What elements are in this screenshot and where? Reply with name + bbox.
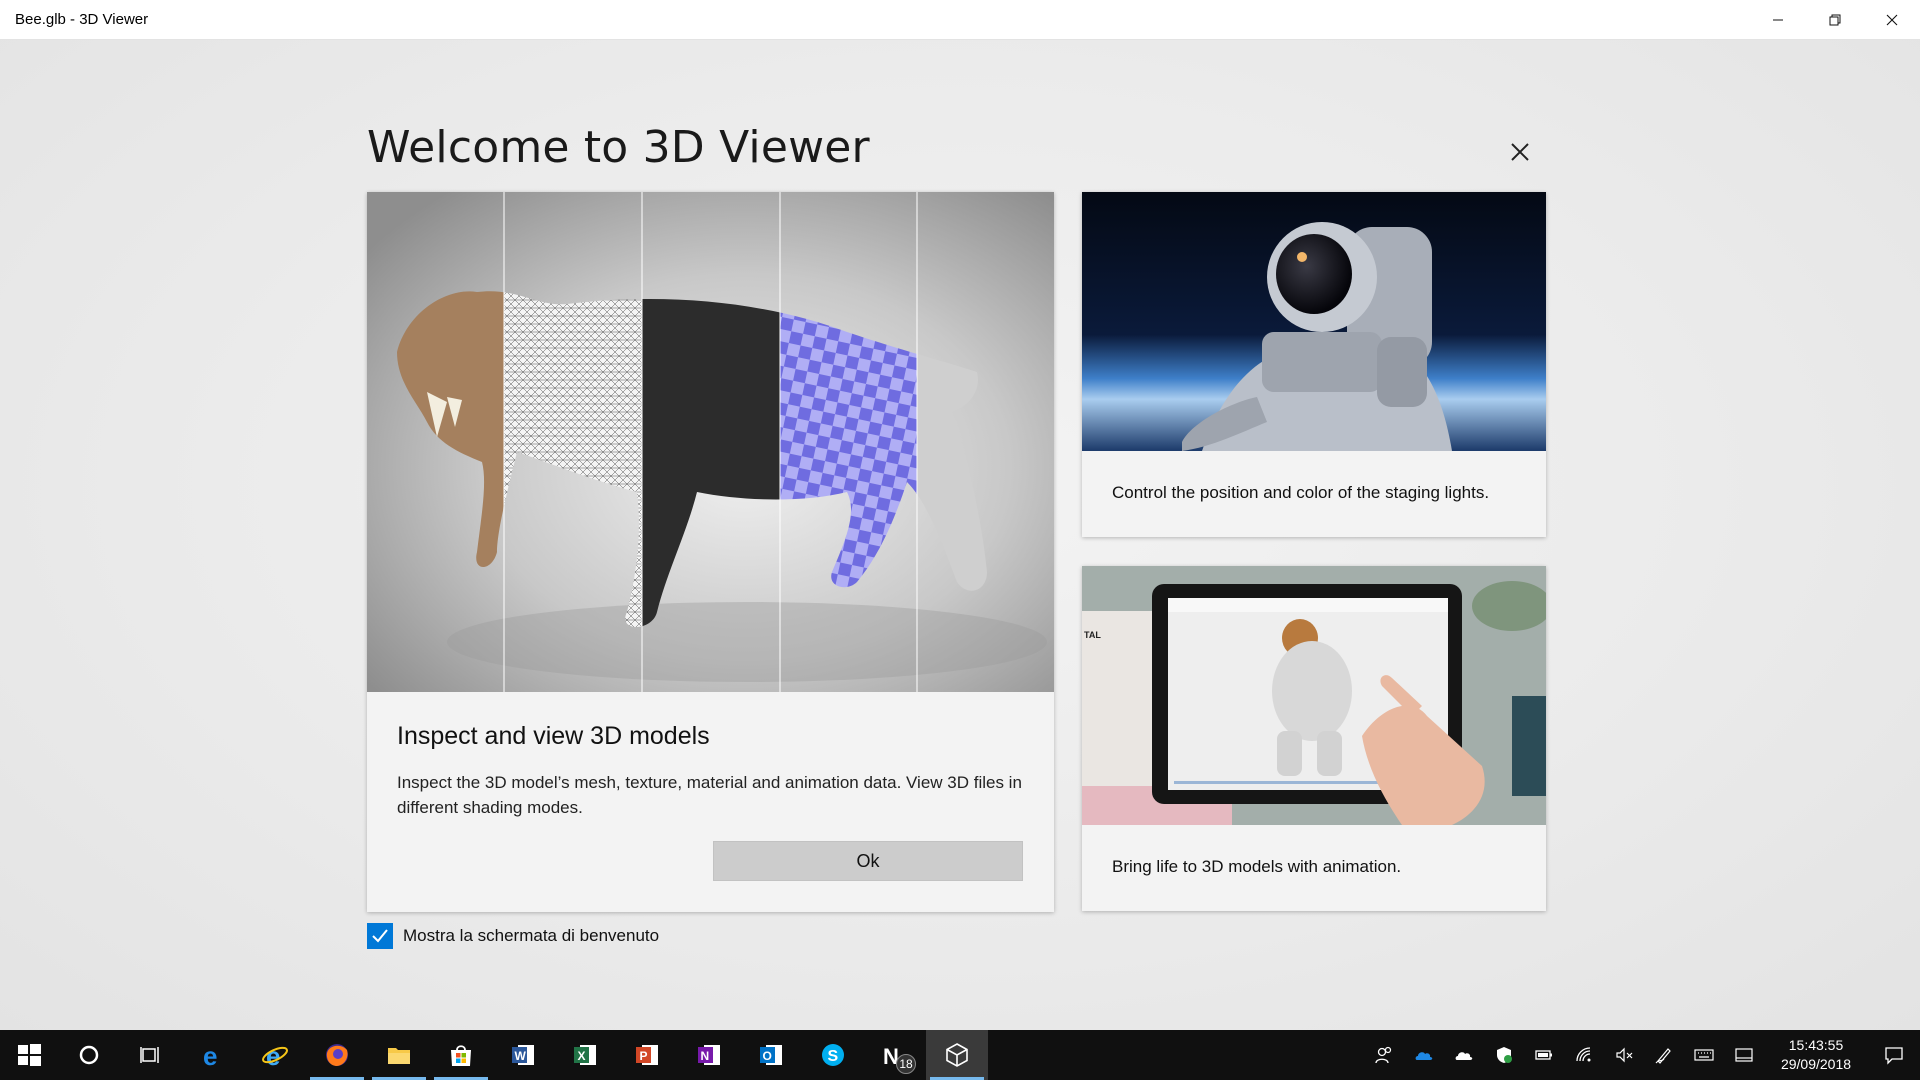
close-window-button[interactable]: [1863, 0, 1920, 40]
windows-security-button[interactable]: [1484, 1030, 1524, 1080]
pen-icon: [1655, 1048, 1671, 1064]
svg-text:O: O: [763, 1049, 772, 1063]
minimize-button[interactable]: [1749, 0, 1806, 40]
checkmark-icon: [372, 929, 388, 943]
cloud-icon: [1455, 1052, 1473, 1060]
show-welcome-toggle[interactable]: Mostra la schermata di benvenuto: [367, 923, 659, 949]
tablet-animation-illustration: TAL: [1082, 566, 1546, 825]
action-center-button[interactable]: [1868, 1030, 1920, 1080]
taskbar-file-explorer[interactable]: [368, 1030, 430, 1080]
taskbar-edge[interactable]: e: [182, 1030, 244, 1080]
shield-icon: [1497, 1047, 1512, 1063]
show-welcome-label: Mostra la schermata di benvenuto: [403, 926, 660, 945]
notification-count-badge: 18: [896, 1054, 916, 1074]
onedrive-personal-button[interactable]: [1444, 1030, 1484, 1080]
close-icon: [1511, 143, 1529, 161]
svg-text:e: e: [266, 1041, 280, 1069]
start-button[interactable]: [0, 1030, 58, 1080]
taskbar-internet-explorer[interactable]: e: [244, 1030, 306, 1080]
battery-button[interactable]: [1524, 1030, 1564, 1080]
cortana-icon: [79, 1045, 99, 1065]
close-icon: [1886, 14, 1897, 25]
onenote-icon: N: [698, 1045, 720, 1065]
taskbar-skype[interactable]: S: [802, 1030, 864, 1080]
outlook-icon: O: [760, 1045, 782, 1065]
show-welcome-checkbox[interactable]: [367, 923, 393, 949]
svg-text:TAL: TAL: [1084, 630, 1101, 640]
volume-button[interactable]: [1604, 1030, 1644, 1080]
taskbar-outlook[interactable]: O: [740, 1030, 802, 1080]
taskbar-store[interactable]: [430, 1030, 492, 1080]
taskbar-excel[interactable]: X: [554, 1030, 616, 1080]
astronaut-space-illustration: [1082, 192, 1546, 451]
taskbar-nextcloud[interactable]: N 18: [864, 1030, 926, 1080]
svg-text:W: W: [515, 1049, 527, 1063]
system-tray: 15:43:55 29/09/2018: [1364, 1030, 1920, 1080]
ok-button[interactable]: Ok: [713, 841, 1023, 881]
cortana-button[interactable]: [58, 1030, 120, 1080]
restore-icon: [1829, 14, 1840, 25]
window-title: Bee.glb - 3D Viewer: [15, 11, 149, 28]
card-description: Inspect the 3D model’s mesh, texture, ma…: [397, 773, 1022, 817]
file-explorer-icon: [388, 1048, 410, 1064]
card-caption: Bring life to 3D models with animation.: [1112, 857, 1402, 876]
taskbar-firefox[interactable]: [306, 1030, 368, 1080]
svg-text:P: P: [640, 1049, 648, 1063]
sabertooth-mesh-illustration: [367, 192, 1054, 692]
clock[interactable]: 15:43:55 29/09/2018: [1764, 1030, 1868, 1080]
word-icon: W: [512, 1045, 534, 1065]
3d-viewer-icon: [946, 1043, 968, 1067]
battery-icon: [1535, 1050, 1552, 1060]
wifi-icon: [1576, 1047, 1591, 1062]
powerpoint-icon: P: [636, 1045, 658, 1065]
onedrive-business-button[interactable]: [1404, 1030, 1444, 1080]
touch-keyboard-button[interactable]: [1684, 1030, 1724, 1080]
keyboard-icon: [1694, 1049, 1714, 1061]
excel-icon: X: [574, 1045, 596, 1065]
welcome-screen: Welcome to 3D Viewer Inspect and view 3D…: [0, 40, 1920, 1030]
onedrive-icon: [1415, 1052, 1433, 1060]
store-icon: [451, 1045, 471, 1066]
welcome-close-button[interactable]: [1500, 132, 1540, 172]
svg-text:S: S: [828, 1048, 839, 1065]
volume-muted-icon: [1616, 1047, 1633, 1063]
svg-text:X: X: [578, 1049, 586, 1063]
wifi-button[interactable]: [1564, 1030, 1604, 1080]
people-button[interactable]: [1364, 1030, 1404, 1080]
restore-button[interactable]: [1806, 0, 1863, 40]
start-icon: [18, 1044, 41, 1066]
taskbar-powerpoint[interactable]: P: [616, 1030, 678, 1080]
card-caption: Control the position and color of the st…: [1112, 483, 1490, 502]
title-bar: Bee.glb - 3D Viewer: [0, 0, 1920, 40]
firefox-icon: [326, 1044, 348, 1066]
edge-icon: e: [203, 1041, 217, 1069]
windows-ink-button[interactable]: [1644, 1030, 1684, 1080]
taskbar-3d-viewer[interactable]: [926, 1030, 988, 1080]
taskbar: e e W X P N O S N 18 15:43:55 29/09/2018: [0, 1030, 1920, 1080]
inspect-models-card: Inspect and view 3D models Inspect the 3…: [367, 192, 1054, 912]
svg-text:N: N: [701, 1049, 710, 1063]
page-title: Welcome to 3D Viewer: [367, 122, 870, 173]
task-view-button[interactable]: [120, 1030, 182, 1080]
minimize-icon: [1772, 19, 1783, 20]
people-icon: [1375, 1046, 1392, 1064]
card-heading: Inspect and view 3D models: [397, 722, 710, 750]
tablet-mode-button[interactable]: [1724, 1030, 1764, 1080]
svg-text:e: e: [203, 1041, 217, 1069]
internet-explorer-icon: e: [262, 1041, 288, 1069]
animation-card: TAL Bring life to 3D models with animati…: [1082, 566, 1546, 911]
taskbar-onenote[interactable]: N: [678, 1030, 740, 1080]
taskbar-word[interactable]: W: [492, 1030, 554, 1080]
staging-lights-card: Control the position and color of the st…: [1082, 192, 1546, 537]
tablet-icon: [1735, 1048, 1753, 1062]
notification-icon: [1885, 1047, 1903, 1065]
clock-date: 29/09/2018: [1780, 1056, 1852, 1072]
task-view-icon: [140, 1047, 159, 1063]
clock-time: 15:43:55: [1788, 1037, 1844, 1053]
skype-icon: S: [822, 1044, 844, 1066]
